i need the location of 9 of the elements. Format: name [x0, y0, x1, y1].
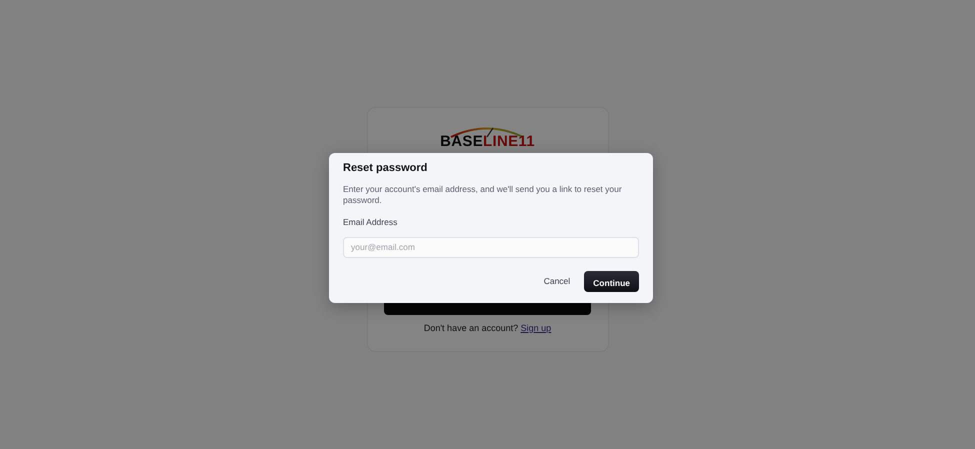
signup-link[interactable]: Sign up — [520, 323, 552, 333]
dialog-description: Enter your account's email address, and we'll send you a link to reset your password. — [343, 184, 623, 206]
cancel-button[interactable]: Cancel — [538, 270, 576, 293]
email-label: Email Address — [343, 216, 398, 230]
logo-text: BASELINE11 — [440, 134, 535, 149]
email-field[interactable]: your@email.com — [343, 236, 639, 258]
continue-button[interactable]: Continue — [584, 270, 639, 292]
signup-prompt: Don't have an account? — [424, 323, 518, 333]
dialog-title: Reset password — [343, 162, 428, 176]
